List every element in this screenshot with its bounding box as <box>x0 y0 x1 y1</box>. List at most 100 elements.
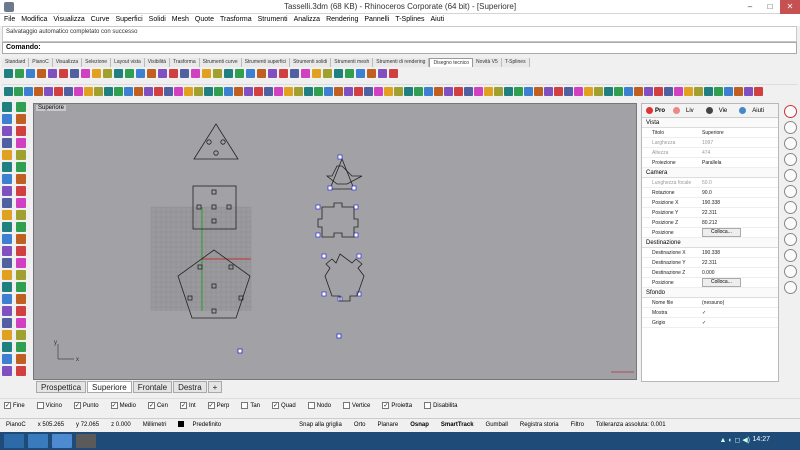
menu-rendering[interactable]: Rendering <box>326 14 358 26</box>
menu-strumenti[interactable]: Strumenti <box>258 14 288 26</box>
osnap-vicino[interactable]: Vicino <box>36 402 68 409</box>
viewport-superiore[interactable]: Superiore y x <box>33 103 637 380</box>
menu-solidi[interactable]: Solidi <box>149 14 166 26</box>
side-tool-button[interactable] <box>16 330 26 340</box>
status-units[interactable]: Millimetri <box>137 422 173 428</box>
draw-tool-button[interactable] <box>114 87 123 96</box>
draw-tool-button[interactable] <box>734 87 743 96</box>
toolbar-button[interactable] <box>191 69 200 78</box>
toolbar-button[interactable] <box>202 69 211 78</box>
background-value[interactable]: ✓ <box>702 310 778 316</box>
system-tray[interactable]: ▲ ◐ ◻ ◀) <box>719 436 750 444</box>
checkbox[interactable] <box>424 402 432 409</box>
zoom-icon[interactable] <box>783 169 797 182</box>
draw-tool-button[interactable] <box>664 87 673 96</box>
osnap-proietta[interactable]: ✓ Proietta <box>382 402 418 409</box>
draw-tool-button[interactable] <box>534 87 543 96</box>
draw-tool-button[interactable] <box>54 87 63 96</box>
search-icon[interactable] <box>783 249 797 262</box>
toolbar-button[interactable] <box>81 69 90 78</box>
side-tool-button[interactable] <box>16 114 26 124</box>
taskbar-rhino[interactable] <box>76 434 96 448</box>
side-tool-button[interactable] <box>2 186 12 196</box>
draw-tool-button[interactable] <box>14 87 23 96</box>
side-tool-button[interactable] <box>16 174 26 184</box>
draw-tool-button[interactable] <box>444 87 453 96</box>
toolbar-button[interactable] <box>257 69 266 78</box>
side-tool-button[interactable] <box>16 222 26 232</box>
menu-mesh[interactable]: Mesh <box>172 14 189 26</box>
info-icon[interactable] <box>783 105 797 118</box>
draw-tool-button[interactable] <box>634 87 643 96</box>
toolbar-tab[interactable]: Strumenti curve <box>199 58 242 67</box>
grip-point[interactable] <box>315 204 321 210</box>
draw-tool-button[interactable] <box>504 87 513 96</box>
status-snap-grid[interactable]: Snap alla griglia <box>293 422 348 428</box>
toolbar-button[interactable] <box>37 69 46 78</box>
camera-value[interactable]: 22.311 <box>702 210 778 216</box>
grip-point[interactable] <box>353 232 359 238</box>
draw-tool-button[interactable] <box>524 87 533 96</box>
target-value[interactable]: 190.338 <box>702 250 778 256</box>
pan-icon[interactable] <box>783 153 797 166</box>
draw-tool-button[interactable] <box>334 87 343 96</box>
toolbar-button[interactable] <box>147 69 156 78</box>
checkbox[interactable] <box>307 402 315 409</box>
minimize-button[interactable]: – <box>740 0 760 14</box>
toolbar-tab[interactable]: Standard <box>2 58 30 67</box>
tab-prospettica[interactable]: Prospettica <box>36 381 87 393</box>
side-tool-button[interactable] <box>2 138 12 148</box>
tab-layers[interactable]: Liv <box>669 104 702 117</box>
side-tool-button[interactable] <box>2 162 12 172</box>
osnap-cen[interactable]: ✓ Cen <box>147 402 174 409</box>
draw-tool-button[interactable] <box>34 87 43 96</box>
toolbar-button[interactable] <box>367 69 376 78</box>
draw-tool-button[interactable] <box>694 87 703 96</box>
toolbar-button[interactable] <box>224 69 233 78</box>
menu-modifica[interactable]: Modifica <box>21 14 47 26</box>
menu-trasforma[interactable]: Trasforma <box>220 14 252 26</box>
checkbox[interactable]: ✓ <box>73 402 81 409</box>
toolbar-button[interactable] <box>4 69 13 78</box>
draw-tool-button[interactable] <box>154 87 163 96</box>
toolbar-button[interactable] <box>389 69 398 78</box>
osnap-quad[interactable]: ✓ Quad <box>272 402 302 409</box>
draw-tool-button[interactable] <box>714 87 723 96</box>
side-tool-button[interactable] <box>2 318 12 328</box>
checkbox[interactable] <box>241 402 249 409</box>
osnap-disabilita[interactable]: Disabilita <box>424 402 463 409</box>
draw-tool-button[interactable] <box>144 87 153 96</box>
draw-tool-button[interactable] <box>744 87 753 96</box>
toolbar-button[interactable] <box>70 69 79 78</box>
menu-aiuti[interactable]: Aiuti <box>431 14 445 26</box>
background-value[interactable]: (nessuno) <box>702 300 778 306</box>
side-tool-button[interactable] <box>2 330 12 340</box>
side-tool-button[interactable] <box>2 234 12 244</box>
draw-tool-button[interactable] <box>174 87 183 96</box>
draw-tool-button[interactable] <box>304 87 313 96</box>
side-tool-button[interactable] <box>2 306 12 316</box>
side-tool-button[interactable] <box>16 162 26 172</box>
taskbar-app-1[interactable] <box>28 434 48 448</box>
toolbar-button[interactable] <box>334 69 343 78</box>
menu-file[interactable]: File <box>4 14 15 26</box>
add-viewport-tab[interactable]: + <box>207 381 223 393</box>
draw-tool-button[interactable] <box>314 87 323 96</box>
side-tool-button[interactable] <box>16 150 26 160</box>
draw-tool-button[interactable] <box>404 87 413 96</box>
status-orto[interactable]: Orto <box>348 422 372 428</box>
toolbar-tab[interactable]: T-Splines <box>501 58 530 67</box>
draw-tool-button[interactable] <box>364 87 373 96</box>
draw-tool-button[interactable] <box>604 87 613 96</box>
render-icon[interactable] <box>783 281 797 294</box>
side-tool-button[interactable] <box>16 306 26 316</box>
status-osnap[interactable]: Osnap <box>404 422 435 428</box>
vista-value[interactable]: Parallela <box>702 160 778 166</box>
side-tool-button[interactable] <box>16 186 26 196</box>
draw-tool-button[interactable] <box>614 87 623 96</box>
side-tool-button[interactable] <box>2 342 12 352</box>
grip-point[interactable] <box>327 185 333 191</box>
side-tool-button[interactable] <box>2 246 12 256</box>
status-smarttrack[interactable]: SmartTrack <box>435 422 480 428</box>
side-tool-button[interactable] <box>2 258 12 268</box>
